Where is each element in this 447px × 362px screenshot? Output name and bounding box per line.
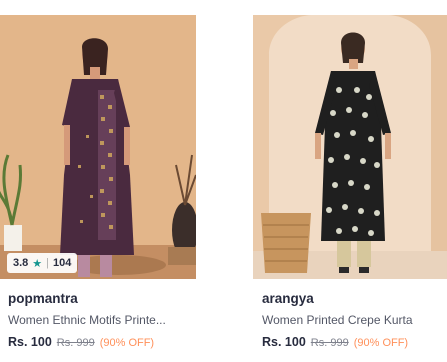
rating-badge: 3.8 ★ | 104 — [7, 253, 78, 273]
product-image[interactable] — [253, 15, 447, 279]
rating-value: 3.8 — [13, 257, 29, 269]
price-row: Rs. 100 Rs. 999 (90% OFF) — [8, 335, 154, 349]
product-discount: (90% OFF) — [353, 337, 409, 349]
product-discount: (90% OFF) — [99, 337, 155, 349]
product-title[interactable]: Women Printed Crepe Kurta — [262, 313, 447, 327]
kurta-photo-purple — [0, 15, 196, 279]
product-brand[interactable]: arangya — [262, 291, 314, 306]
product-card-popmantra[interactable]: 3.8 ★ | 104 popmantra Women Ethnic Motif… — [0, 0, 196, 362]
product-price: Rs. 100 — [8, 335, 52, 349]
product-mrp: Rs. 999 — [310, 337, 349, 349]
star-icon: ★ — [32, 257, 43, 270]
product-brand[interactable]: popmantra — [8, 291, 78, 306]
product-card-arangya[interactable]: arangya Women Printed Crepe Kurta Rs. 10… — [253, 0, 447, 362]
rating-count: 104 — [53, 257, 72, 269]
product-image[interactable]: 3.8 ★ | 104 — [0, 15, 196, 279]
product-title[interactable]: Women Ethnic Motifs Printe... — [8, 313, 194, 327]
price-row: Rs. 100 Rs. 999 (90% OFF) — [262, 335, 408, 349]
rating-separator: | — [46, 257, 50, 269]
product-price: Rs. 100 — [262, 335, 306, 349]
product-mrp: Rs. 999 — [56, 337, 95, 349]
kurta-photo-black — [253, 15, 447, 279]
